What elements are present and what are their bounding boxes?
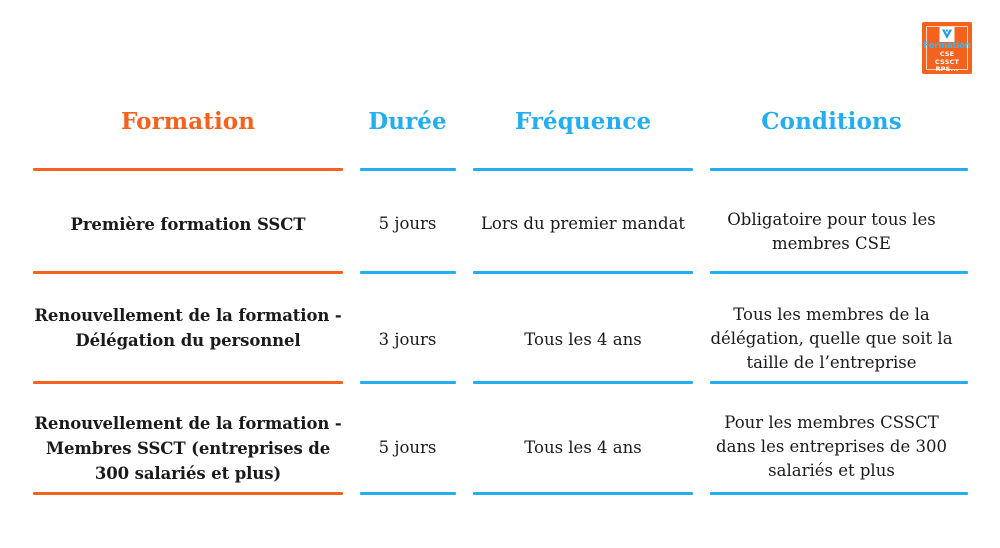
divider-header-duree (360, 168, 456, 171)
divider-row1-frequence (473, 271, 693, 274)
divider-row3-frequence (473, 492, 693, 495)
divider-row2-frequence (473, 381, 693, 384)
divider-header-frequence (473, 168, 693, 171)
divider-row1-conditions (710, 271, 968, 274)
divider-row2-conditions (710, 381, 968, 384)
divider-row2-formation (33, 381, 343, 384)
divider-header-formation (33, 168, 343, 171)
table-divider-rules (0, 0, 1000, 548)
divider-row3-conditions (710, 492, 968, 495)
divider-row3-duree (360, 492, 456, 495)
divider-header-conditions (710, 168, 968, 171)
divider-row3-formation (33, 492, 343, 495)
divider-row1-formation (33, 271, 343, 274)
divider-row2-duree (360, 381, 456, 384)
divider-row1-duree (360, 271, 456, 274)
